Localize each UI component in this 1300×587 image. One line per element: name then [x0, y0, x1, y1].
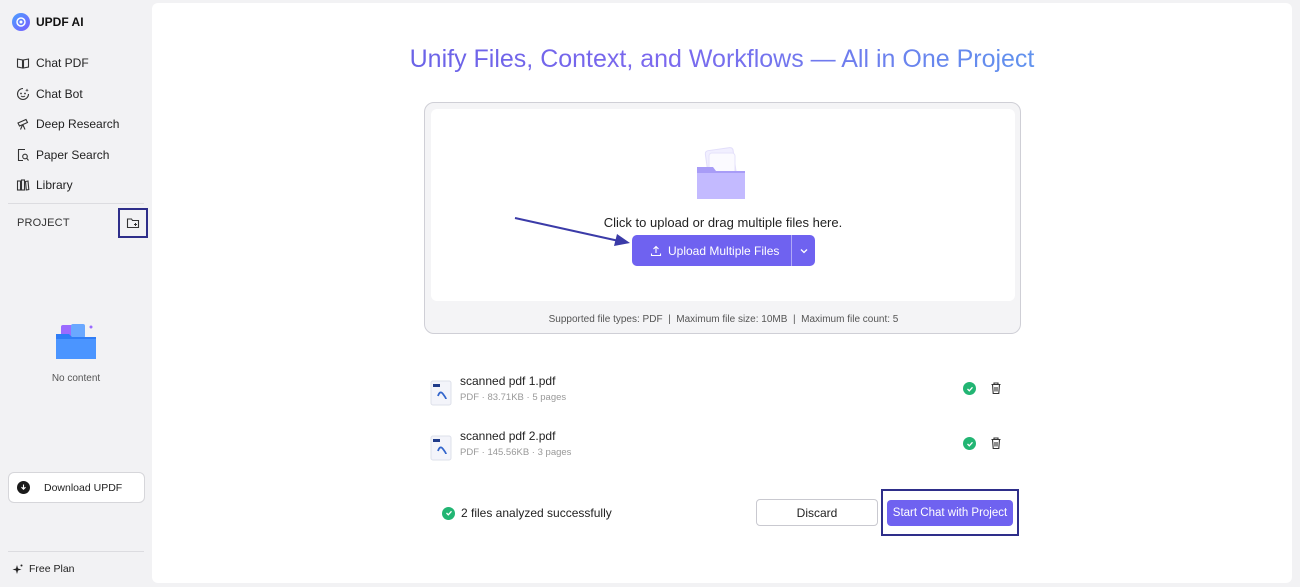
sidebar-item-paper-search[interactable]: Paper Search	[0, 140, 152, 171]
upload-button-group: Upload Multiple Files	[632, 235, 816, 266]
empty-text: No content	[51, 373, 101, 384]
paper-search-icon	[17, 148, 29, 161]
upload-dropzone[interactable]: Click to upload or drag multiple files h…	[431, 109, 1015, 301]
plan-label: Free Plan	[29, 563, 75, 575]
sidebar-item-label: Library	[36, 178, 73, 193]
annotation-arrow-icon	[514, 217, 630, 246]
start-chat-highlight: Start Chat with Project	[881, 489, 1019, 536]
check-circle-icon	[963, 437, 976, 450]
analysis-status: 2 files analyzed successfully	[442, 506, 612, 520]
updf-logo-icon	[12, 13, 30, 31]
status-text: 2 files analyzed successfully	[461, 506, 612, 520]
trash-icon[interactable]	[989, 381, 1003, 395]
sidebar-item-label: Chat PDF	[36, 56, 89, 71]
bot-icon	[16, 87, 30, 100]
upload-options-dropdown[interactable]	[791, 235, 815, 266]
project-empty-state: No content	[0, 322, 152, 384]
sidebar-item-label: Deep Research	[36, 117, 120, 132]
sidebar: UPDF AI Chat PDF Chat Bot Deep Research …	[0, 0, 152, 587]
file-name: scanned pdf 2.pdf	[460, 429, 556, 443]
main-panel: Unify Files, Context, and Workflows — Al…	[152, 3, 1292, 583]
sidebar-item-chat-bot[interactable]: Chat Bot	[0, 79, 152, 110]
sidebar-item-label: Paper Search	[36, 147, 110, 162]
upload-button-label: Upload Multiple Files	[668, 243, 780, 258]
book-icon	[16, 58, 30, 69]
library-icon	[16, 179, 30, 191]
trash-icon[interactable]	[989, 436, 1003, 450]
project-header: PROJECT	[0, 208, 152, 238]
pdf-file-icon	[430, 380, 452, 406]
file-list-item: scanned pdf 2.pdf PDF · 145.56KB · 3 pag…	[430, 429, 1010, 469]
sidebar-item-deep-research[interactable]: Deep Research	[0, 109, 152, 140]
brand-name: UPDF AI	[36, 15, 84, 29]
chevron-down-icon	[800, 248, 808, 253]
sidebar-bottom-divider	[8, 551, 144, 552]
sidebar-nav: Chat PDF Chat Bot Deep Research Paper Se…	[0, 48, 152, 201]
check-circle-icon	[442, 506, 455, 520]
file-name: scanned pdf 1.pdf	[460, 374, 556, 388]
project-label: PROJECT	[17, 217, 70, 229]
pdf-file-icon	[430, 435, 452, 461]
upload-multiple-files-button[interactable]: Upload Multiple Files	[632, 235, 791, 266]
add-folder-icon	[126, 218, 140, 229]
file-list-item: scanned pdf 1.pdf PDF · 83.71KB · 5 page…	[430, 374, 1010, 414]
new-project-button[interactable]	[118, 208, 148, 238]
upload-icon	[650, 245, 662, 256]
empty-folder-icon	[56, 324, 96, 359]
plan-indicator[interactable]: Free Plan	[12, 563, 75, 575]
sidebar-item-label: Chat Bot	[36, 86, 83, 101]
sparkle-icon	[12, 564, 23, 574]
discard-button[interactable]: Discard	[756, 499, 878, 526]
sidebar-divider	[8, 203, 144, 204]
download-updf-button[interactable]: Download UPDF	[8, 472, 145, 503]
start-chat-with-project-button[interactable]: Start Chat with Project	[887, 500, 1013, 526]
file-meta: PDF · 83.71KB · 5 pages	[460, 392, 567, 403]
download-icon	[17, 481, 30, 494]
sidebar-item-library[interactable]: Library	[0, 170, 152, 201]
telescope-icon	[17, 119, 29, 130]
file-meta: PDF · 145.56KB · 3 pages	[460, 447, 572, 458]
sidebar-item-chat-pdf[interactable]: Chat PDF	[0, 48, 152, 79]
page-title: Unify Files, Context, and Workflows — Al…	[152, 45, 1292, 74]
brand[interactable]: UPDF AI	[12, 12, 84, 32]
upload-folder-icon	[697, 147, 745, 199]
supported-file-info: Supported file types: PDF | Maximum file…	[548, 314, 899, 325]
download-label: Download UPDF	[44, 481, 123, 494]
check-circle-icon	[963, 382, 976, 395]
